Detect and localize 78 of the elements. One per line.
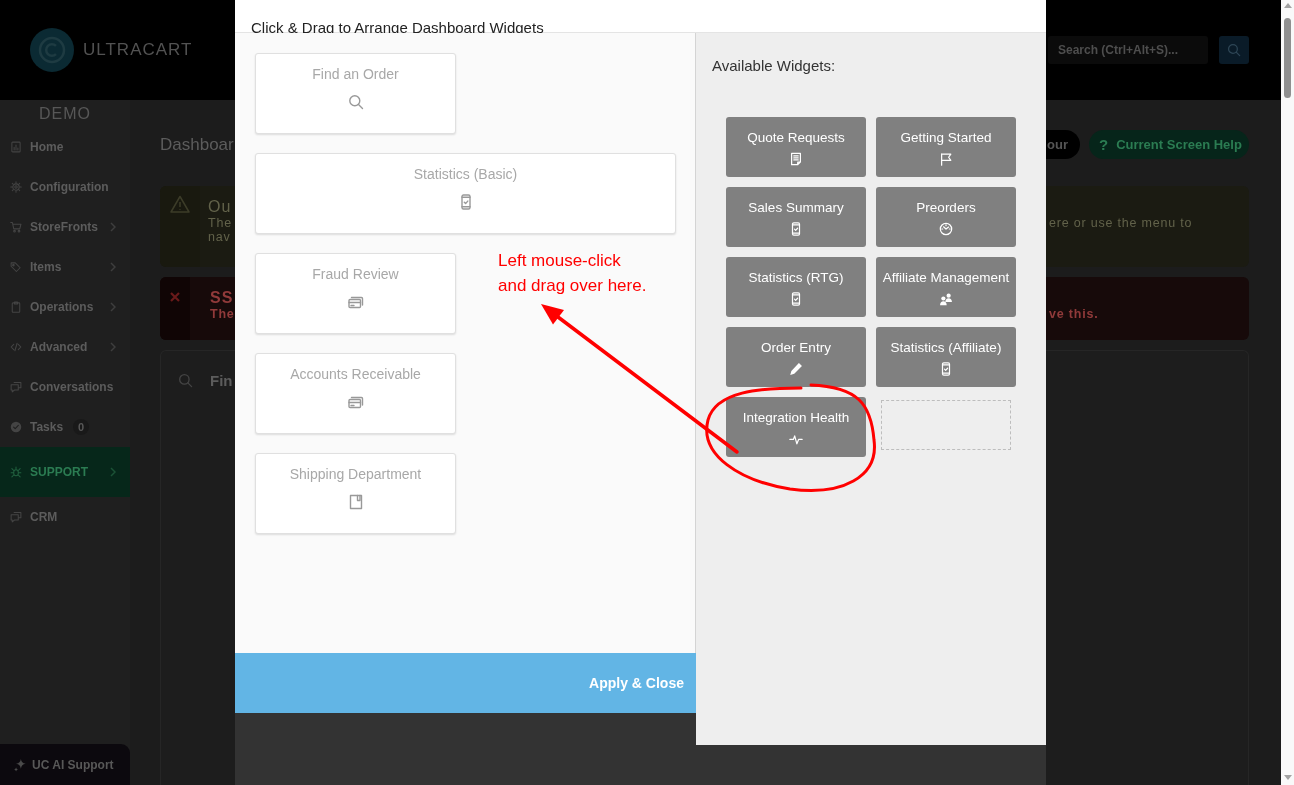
widget-card[interactable]: Statistics (Basic) <box>255 153 676 234</box>
widget-tile[interactable]: Getting Started <box>876 117 1016 177</box>
pencil-icon <box>789 362 803 376</box>
pulse-icon <box>789 432 803 446</box>
widget-card[interactable]: Fraud Review <box>255 253 456 334</box>
alert-title: Ou <box>208 197 232 216</box>
search-icon <box>347 94 364 110</box>
check-circle-icon <box>10 421 22 433</box>
nav-item[interactable]: Advanced <box>0 327 130 367</box>
mobile-check-icon <box>789 292 803 306</box>
search-icon <box>1227 43 1241 57</box>
widget-card[interactable]: Accounts Receivable <box>255 353 456 434</box>
tags-icon <box>10 261 22 273</box>
widget-tile[interactable]: Statistics (RTG) <box>726 257 866 317</box>
card-title: Fin <box>210 373 233 389</box>
box-icon <box>347 494 364 510</box>
logo-text: ULTRACART <box>83 40 193 60</box>
scrollbar-thumb[interactable] <box>1284 18 1291 98</box>
flag-icon <box>939 152 953 166</box>
count-badge: 0 <box>73 419 90 435</box>
widget-tile[interactable]: Sales Summary <box>726 187 866 247</box>
cart-icon <box>10 221 22 233</box>
chat-icon <box>10 381 22 393</box>
nav-item[interactable]: SUPPORT <box>0 447 130 497</box>
cross-icon <box>170 292 180 302</box>
document-icon <box>789 152 803 166</box>
widget-tile[interactable]: Statistics (Affiliate) <box>876 327 1016 387</box>
bar-chart-icon <box>10 141 22 153</box>
widget-card[interactable]: Find an Order <box>255 53 456 134</box>
ai-support-button[interactable]: UC AI Support <box>0 744 130 785</box>
clipboard-icon <box>10 301 22 313</box>
apply-close-button[interactable]: Apply & Close <box>235 653 696 713</box>
cards-icon <box>347 294 364 310</box>
mobile-check-icon <box>789 222 803 236</box>
warning-icon <box>170 195 190 213</box>
search-field[interactable]: Search (Ctrl+Alt+S)... <box>1048 36 1208 64</box>
widget-card[interactable]: Shipping Department <box>255 453 456 534</box>
widget-tile[interactable]: Affiliate Management <box>876 257 1016 317</box>
account-name: DEMO <box>38 103 92 124</box>
alert-text: The <box>210 307 235 321</box>
panel-title: Available Widgets: <box>712 57 837 75</box>
chat-icon <box>10 511 22 523</box>
annotation-text: Left mouse-click and drag over here. <box>498 250 647 297</box>
mobile-check-icon <box>939 362 953 376</box>
search-icon <box>178 373 193 388</box>
widget-tile[interactable]: Quote Requests <box>726 117 866 177</box>
alert-title: SS <box>210 288 234 307</box>
widget-tile[interactable]: Integration Health <box>726 397 866 457</box>
alert-text: ve this. <box>1048 307 1099 321</box>
nav-item[interactable]: Conversations <box>0 367 130 407</box>
sparkle-icon <box>13 757 27 772</box>
tour-button[interactable]: our <box>1046 130 1080 159</box>
widget-tile[interactable]: Preorders <box>876 187 1016 247</box>
gauge-icon <box>939 222 953 236</box>
alert-text: ere or use the menu to <box>1048 216 1193 230</box>
code-icon <box>10 341 22 353</box>
bug-icon <box>10 466 22 478</box>
help-button[interactable]: ? Current Screen Help <box>1089 130 1249 159</box>
scrollbar[interactable] <box>1281 0 1294 785</box>
people-icon <box>939 292 953 306</box>
scroll-down-icon[interactable] <box>1283 775 1292 780</box>
help-icon: ? <box>1099 136 1109 153</box>
widget-tile[interactable]: Order Entry <box>726 327 866 387</box>
logo-icon <box>30 28 74 72</box>
page-title: Dashboar <box>160 134 234 155</box>
nav-item[interactable]: Items <box>0 247 130 287</box>
gear-icon <box>10 181 22 193</box>
cards-icon <box>347 394 364 410</box>
search-button[interactable] <box>1219 36 1249 64</box>
nav-item[interactable]: Operations <box>0 287 130 327</box>
nav-item[interactable]: Tasks 0 <box>0 407 130 447</box>
nav-item[interactable]: CRM <box>0 497 130 537</box>
alert-text: nav <box>208 230 231 244</box>
alert-text: The <box>208 216 232 230</box>
nav-item[interactable]: Home <box>0 127 130 167</box>
nav-item[interactable]: Configuration <box>0 167 130 207</box>
scroll-up-icon[interactable] <box>1283 3 1292 8</box>
nav-item[interactable]: StoreFronts <box>0 207 130 247</box>
